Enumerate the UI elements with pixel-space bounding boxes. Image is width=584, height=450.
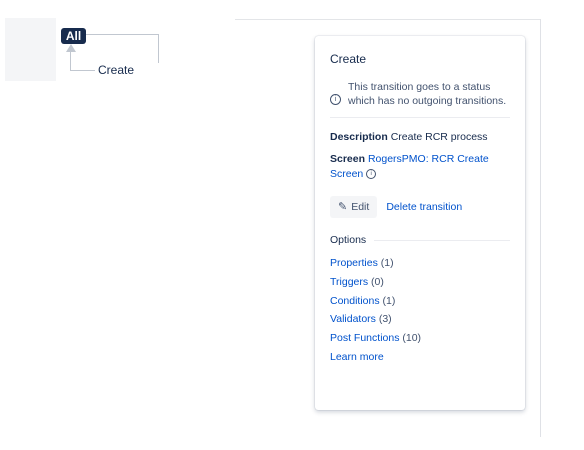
panel-title: Create: [330, 52, 367, 66]
panel-actions: ✎ Edit Delete transition: [330, 196, 510, 218]
description-label: Description: [330, 131, 388, 143]
learn-more-link[interactable]: Learn more: [330, 351, 384, 363]
canvas-right-border: [540, 19, 541, 437]
option-validators-link[interactable]: Validators: [330, 313, 376, 325]
pencil-icon: ✎: [338, 200, 348, 213]
edit-button[interactable]: ✎ Edit: [330, 196, 378, 218]
transition-details-panel: Create i This transition goes to a statu…: [315, 36, 525, 410]
option-triggers-count: (0): [371, 275, 384, 288]
create-transition-label[interactable]: Create: [98, 63, 134, 77]
canvas-top-border: [235, 19, 541, 20]
transition-line-horizontal: [70, 70, 95, 71]
canvas-left-area: [5, 18, 56, 81]
option-conditions-count: (1): [382, 294, 396, 307]
option-post-functions-link[interactable]: Post Functions: [330, 332, 399, 344]
option-conditions-link[interactable]: Conditions: [330, 295, 380, 307]
options-header: Options: [330, 234, 510, 246]
transition-loop-line: [86, 34, 159, 63]
option-post-functions[interactable]: Post Functions (10): [330, 329, 510, 348]
learn-more-row: Learn more: [330, 348, 510, 367]
screen-label: Screen: [330, 153, 366, 165]
options-title: Options: [330, 234, 367, 246]
option-properties-count: (1): [380, 257, 394, 269]
option-post-functions-count: (10): [402, 332, 422, 345]
transition-arrowhead: [66, 44, 76, 52]
description-row: Description Create RCR process: [330, 131, 510, 143]
edit-label: Edit: [351, 201, 370, 213]
option-properties-link[interactable]: Properties: [330, 257, 378, 269]
option-validators[interactable]: Validators (3): [330, 310, 510, 329]
info-text: This transition goes to a status which h…: [348, 81, 507, 107]
transition-line-vertical: [70, 52, 71, 70]
description-value: Create RCR process: [390, 131, 488, 143]
screen-info-icon[interactable]: i: [366, 169, 377, 180]
options-divider: [374, 239, 510, 241]
info-message: i This transition goes to a status which…: [330, 80, 510, 108]
option-conditions[interactable]: Conditions (1): [330, 292, 510, 311]
delete-transition-link[interactable]: Delete transition: [386, 201, 462, 213]
option-triggers[interactable]: Triggers (0): [330, 273, 510, 292]
option-triggers-link[interactable]: Triggers: [330, 276, 368, 288]
option-properties[interactable]: Properties (1): [330, 254, 510, 273]
panel-divider: [330, 117, 510, 118]
all-status-badge[interactable]: All: [61, 28, 86, 44]
screen-row: Screen RogersPMO: RCR Create Screen i: [330, 152, 510, 182]
option-validators-count: (3): [378, 313, 392, 326]
info-icon: i: [330, 94, 341, 105]
